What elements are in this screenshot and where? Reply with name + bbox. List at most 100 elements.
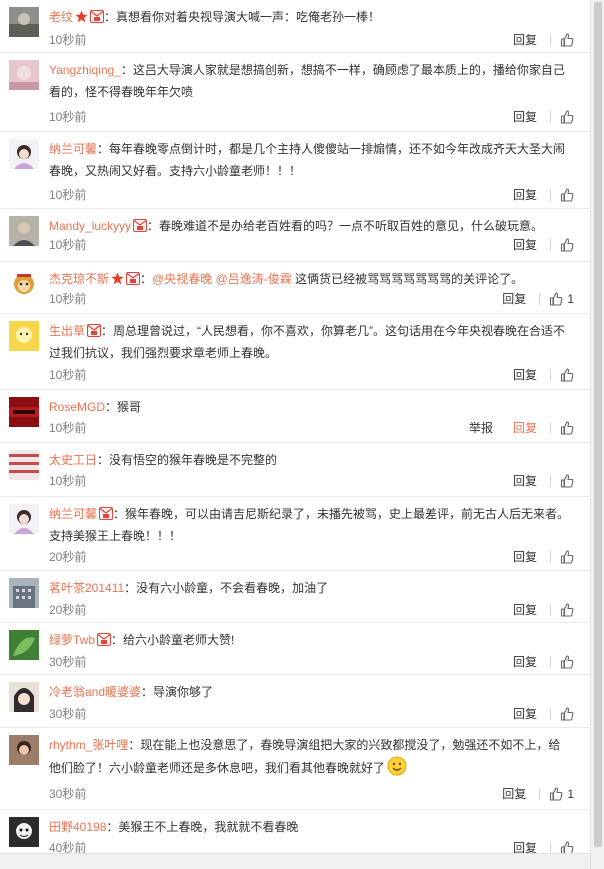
- comment-body: 冷老翁and暖婆婆：导演你够了: [49, 681, 572, 703]
- comment-text: ：美猴王不上春晚，我就就不看春晚: [106, 820, 299, 834]
- comment-body: 茗叶茶201411：没有六小龄童，不会看春晚，加油了: [49, 577, 572, 599]
- username-link[interactable]: 绿萝Twb: [49, 633, 95, 647]
- avatar[interactable]: [9, 216, 39, 246]
- comment-timestamp: 10秒前: [49, 368, 87, 382]
- report-button[interactable]: 举报: [469, 419, 493, 436]
- comment-item: 茗叶茶201411：没有六小龄童，不会看春晚，加油了 20秒前 回复: [0, 571, 590, 623]
- thumbs-up-icon: [560, 32, 574, 47]
- reply-button[interactable]: 回复: [513, 236, 537, 253]
- comment-text: ：周总理曾说过，“人民想看，你不喜欢，你算老几”。这句话用在今年央视春晚在合适不…: [49, 324, 566, 360]
- reply-button[interactable]: 回复: [513, 31, 537, 48]
- action-divider: [550, 368, 551, 381]
- like-button[interactable]: 1: [549, 292, 574, 306]
- comment-body: RoseMGD：猴哥: [49, 396, 572, 418]
- comment-actions: 回复: [513, 108, 574, 125]
- red-envelope-icon: [99, 507, 114, 520]
- avatar[interactable]: [9, 450, 39, 480]
- username-link[interactable]: 杰克琼不斯: [49, 272, 109, 286]
- comment-actions: 举报 回复: [469, 419, 574, 436]
- avatar[interactable]: [9, 817, 39, 847]
- reply-button[interactable]: 回复: [502, 290, 526, 307]
- action-divider: [550, 33, 551, 46]
- comment-body: Yangzhiqing_：这吕大导演人家就是想搞创新，想搞不一样，确顾虑了最本质…: [49, 59, 572, 103]
- username-link[interactable]: 茗叶茶201411: [49, 581, 124, 595]
- mention-link[interactable]: @吕逸涛-俊霖: [216, 272, 292, 286]
- thumbs-up-icon: [560, 109, 574, 124]
- like-button[interactable]: [560, 420, 574, 435]
- avatar[interactable]: [9, 60, 39, 90]
- reply-button[interactable]: 回复: [513, 472, 537, 489]
- username-link[interactable]: rhythm_张叶哩: [49, 738, 128, 752]
- comment-timestamp: 10秒前: [49, 292, 87, 306]
- like-count: 1: [567, 291, 574, 306]
- avatar[interactable]: [9, 504, 39, 534]
- comment-actions: 回复 1: [502, 785, 574, 802]
- like-button[interactable]: [560, 549, 574, 564]
- scroll-thumb[interactable]: [594, 2, 602, 847]
- avatar[interactable]: [9, 397, 39, 427]
- like-button[interactable]: [560, 187, 574, 202]
- reply-button[interactable]: 回复: [502, 785, 526, 802]
- like-button[interactable]: [560, 367, 574, 382]
- vertical-scrollbar[interactable]: [590, 0, 604, 869]
- avatar[interactable]: [9, 578, 39, 608]
- reply-button[interactable]: 回复: [513, 548, 537, 565]
- avatar[interactable]: [9, 7, 39, 37]
- avatar[interactable]: [9, 630, 39, 660]
- username-link[interactable]: RoseMGD: [49, 400, 105, 414]
- avatar[interactable]: [9, 735, 39, 765]
- reply-button[interactable]: 回复: [513, 601, 537, 618]
- like-button[interactable]: [560, 109, 574, 124]
- comment-text: ：春晚难道不是办给老百姓看的吗？一点不听取百姓的意见，什么破玩意。: [147, 219, 544, 233]
- username-link[interactable]: 太史工日: [49, 453, 97, 467]
- comment-item: 纳兰可馨 ：猴年春晚，可以由请吉尼斯纪录了，未播先被骂，史上最差评，前无古人后无来…: [0, 497, 590, 571]
- like-button[interactable]: [560, 473, 574, 488]
- horizontal-scrollbar[interactable]: [0, 853, 590, 869]
- action-divider: [550, 655, 551, 668]
- username-link[interactable]: Yangzhiqing_: [49, 63, 121, 77]
- username-link[interactable]: 纳兰可馨: [49, 142, 97, 156]
- username-link[interactable]: 生出草: [49, 324, 85, 338]
- reply-button[interactable]: 回复: [513, 366, 537, 383]
- reply-button[interactable]: 回复: [513, 108, 537, 125]
- reply-button[interactable]: 回复: [513, 186, 537, 203]
- action-divider: [550, 110, 551, 123]
- username-link[interactable]: 田野40198: [49, 820, 106, 834]
- reply-button[interactable]: 回复: [513, 705, 537, 722]
- comment-item: 杰克琼不斯 ：@央视春晚 @吕逸涛-俊霖 这俩货已经被骂骂骂骂骂骂骂的关评论了。 1…: [0, 262, 590, 314]
- comment-timestamp: 10秒前: [49, 33, 87, 47]
- comment-timestamp: 30秒前: [49, 707, 87, 721]
- username-link[interactable]: 老纹: [49, 10, 73, 24]
- comment-text: ：没有六小龄童，不会看春晚，加油了: [124, 581, 329, 595]
- like-button[interactable]: [560, 237, 574, 252]
- action-divider: [550, 238, 551, 251]
- avatar[interactable]: [9, 682, 39, 712]
- like-button[interactable]: [560, 706, 574, 721]
- reply-button[interactable]: 回复: [513, 653, 537, 670]
- username-link[interactable]: Mandy_luckyyy: [49, 219, 131, 233]
- comment-body: 绿萝Twb ：给六小龄童老师大赞!: [49, 629, 572, 651]
- like-button[interactable]: [560, 602, 574, 617]
- comment-item: 老纹 ：真想看你对着央视导演大喊一声：吃俺老孙一棒！ 10秒前 回复: [0, 0, 590, 53]
- avatar[interactable]: [9, 139, 39, 169]
- mention-link[interactable]: @央视春晚: [152, 272, 212, 286]
- username-link[interactable]: 冷老翁and暖婆婆: [49, 685, 141, 699]
- smiley-emoji-icon: [387, 756, 407, 783]
- like-button[interactable]: 1: [549, 787, 574, 801]
- comment-item: 生出草 ：周总理曾说过，“人民想看，你不喜欢，你算老几”。这句话用在今年央视春晚在…: [0, 314, 590, 390]
- thumbs-up-icon: [560, 420, 574, 435]
- comment-actions: 回复: [513, 548, 574, 565]
- like-button[interactable]: [560, 654, 574, 669]
- username-link[interactable]: 纳兰可馨: [49, 507, 97, 521]
- avatar[interactable]: [9, 321, 39, 351]
- avatar[interactable]: [9, 269, 39, 299]
- reply-button[interactable]: 回复: [513, 419, 537, 436]
- like-button[interactable]: [560, 32, 574, 47]
- action-divider: [539, 787, 541, 800]
- comment-timestamp: 10秒前: [49, 238, 87, 252]
- comment-text: ：猴年春晚，可以由请吉尼斯纪录了，未播先被骂，史上最差评，前无古人后无来者。支持…: [49, 507, 570, 543]
- comment-item: Mandy_luckyyy ：春晚难道不是办给老百姓看的吗？一点不听取百姓的意见，…: [0, 209, 590, 262]
- comment-actions: 回复: [513, 236, 574, 253]
- action-divider: [550, 421, 551, 434]
- action-divider: [550, 188, 551, 201]
